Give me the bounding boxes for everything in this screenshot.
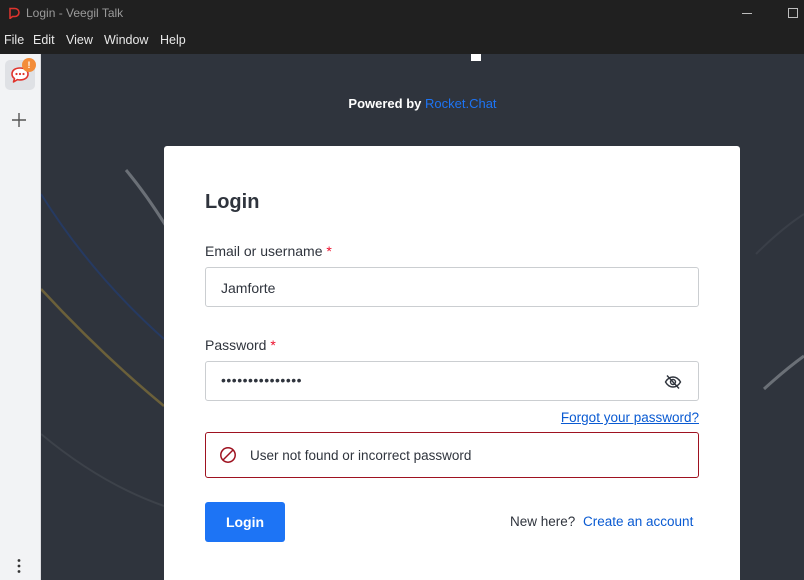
new-here-text: New here? xyxy=(510,514,576,529)
eye-off-icon[interactable] xyxy=(664,373,682,391)
server-rail: ! xyxy=(0,54,41,580)
rocket-chat-link[interactable]: Rocket.Chat xyxy=(425,96,497,111)
maximize-icon xyxy=(788,8,798,18)
app-logo-icon xyxy=(9,7,20,19)
login-title: Login xyxy=(205,191,260,213)
minimize-icon xyxy=(742,12,752,14)
error-message-box: User not found or incorrect password xyxy=(205,432,699,478)
password-label: Password * xyxy=(205,337,276,353)
window-title: Login - Veegil Talk xyxy=(26,6,124,20)
maximize-button[interactable] xyxy=(778,0,804,26)
login-card: Login Email or username * Jamforte Passw… xyxy=(164,146,740,580)
notification-badge: ! xyxy=(22,58,36,72)
email-value: Jamforte xyxy=(221,280,276,296)
forgot-password-link[interactable]: Forgot your password? xyxy=(557,410,699,425)
menu-help[interactable]: Help xyxy=(160,33,186,47)
menu-bar: File Edit View Window Help xyxy=(0,26,804,54)
error-message: User not found or incorrect password xyxy=(250,448,472,463)
minimize-button[interactable] xyxy=(732,0,762,26)
login-button[interactable]: Login xyxy=(205,502,285,542)
more-vertical-icon[interactable] xyxy=(13,557,25,575)
menu-view[interactable]: View xyxy=(66,33,93,47)
login-page: Powered by Rocket.Chat Login Email or us… xyxy=(41,54,804,580)
logo-fragment xyxy=(471,54,481,61)
menu-edit[interactable]: Edit xyxy=(33,33,55,47)
menu-window[interactable]: Window xyxy=(104,33,148,47)
email-label: Email or username * xyxy=(205,243,332,259)
email-field[interactable]: Jamforte xyxy=(205,267,699,307)
password-field[interactable]: ••••••••••••••• xyxy=(205,361,699,401)
title-bar: Login - Veegil Talk xyxy=(0,0,804,26)
required-marker: * xyxy=(326,243,332,259)
create-account-link[interactable]: Create an account xyxy=(583,514,693,529)
required-marker: * xyxy=(270,337,276,353)
powered-by: Powered by Rocket.Chat xyxy=(348,96,497,111)
plus-icon[interactable] xyxy=(10,111,28,129)
menu-file[interactable]: File xyxy=(4,33,24,47)
ban-icon xyxy=(220,447,236,463)
password-value: ••••••••••••••• xyxy=(221,372,303,388)
